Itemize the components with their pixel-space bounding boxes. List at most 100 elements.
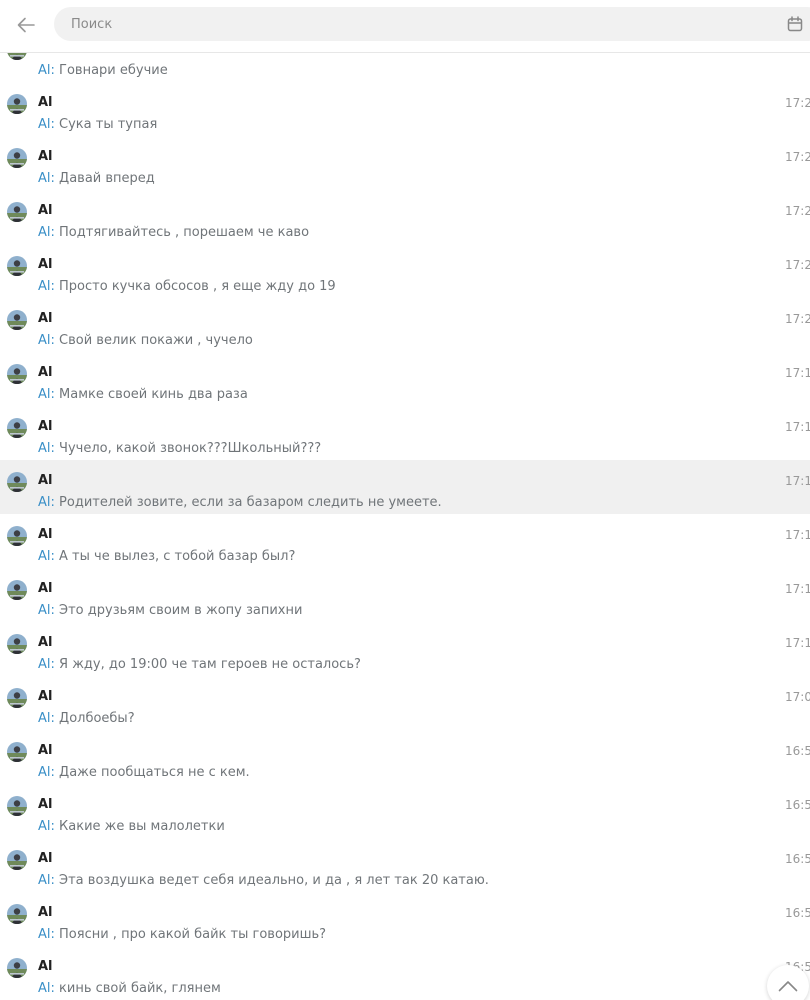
message-preview: Al: Свой велик покажи , чучело [38, 333, 253, 349]
search-result-row[interactable]: Al 16:5 Al: Поясни , про какой байк ты гов… [0, 892, 810, 946]
message-preview: Al: Чучело, какой звонок???Школьный??? [38, 441, 321, 457]
peer-name: Al [38, 635, 53, 650]
message-text: А ты че вылез, с тобой базар был? [59, 549, 296, 564]
sender-prefix: Al: [38, 765, 55, 780]
search-result-row[interactable]: Al 17:1 Al: Это друзьям своим в жопу запих… [0, 568, 810, 622]
avatar [7, 580, 27, 600]
search-result-row[interactable]: Al 17:1 Al: Родителей зовите, если за база… [0, 460, 810, 514]
message-time: 17:0 [785, 690, 810, 704]
message-preview: Al: Мамке своей кинь два раза [38, 387, 248, 403]
avatar-photo-icon [7, 256, 27, 276]
search-result-row[interactable]: Al 17:1 Al: Чучело, какой звонок???Школьны… [0, 406, 810, 460]
search-result-row[interactable]: Al 17:2 Al: Сука ты тупая [0, 82, 810, 136]
message-time: 16:5 [785, 798, 810, 812]
sender-prefix: Al: [38, 603, 55, 618]
message-time: 17:1 [785, 528, 810, 542]
message-time: 16:5 [785, 744, 810, 758]
peer-name: Al [38, 743, 53, 758]
sender-prefix: Al: [38, 441, 55, 456]
search-result-row[interactable]: Al16:5Al: кинь свой байк, глянем [0, 946, 810, 1000]
search-result-row[interactable]: Al 16:5 Al: Эта воздушка ведет себя идеаль… [0, 838, 810, 892]
message-time: 17:1 [785, 582, 810, 596]
message-preview: Al: Давай вперед [38, 171, 155, 187]
message-text: Какие же вы малолетки [59, 819, 225, 834]
avatar-photo-icon [7, 418, 27, 438]
sender-prefix: Al: [38, 225, 55, 240]
message-preview: Al: Долбоебы? [38, 711, 135, 727]
avatar-photo-icon [7, 688, 27, 708]
peer-name: Al [38, 95, 53, 110]
header [0, 0, 810, 53]
peer-name: Al [38, 365, 53, 380]
message-text: Говнари ебучие [59, 63, 168, 78]
message-text: кинь свой байк, глянем [59, 981, 221, 996]
arrow-left-icon [17, 17, 35, 33]
avatar [7, 148, 27, 168]
peer-name: Al [38, 149, 53, 164]
avatar [7, 526, 27, 546]
search-results-list[interactable]: Al 17:2 Al: Говнари ебучие Al 17:2 Al: Сука т… [0, 53, 810, 1000]
avatar [7, 472, 27, 492]
peer-name: Al [38, 311, 53, 326]
sender-prefix: Al: [38, 333, 55, 348]
message-time: 17:2 [785, 53, 810, 56]
message-text: Просто кучка обсосов , я еще жду до 19 [59, 279, 336, 294]
sender-prefix: Al: [38, 171, 55, 186]
search-input[interactable] [71, 7, 761, 41]
message-preview: Al: Поясни , про какой байк ты говоришь? [38, 927, 326, 943]
avatar-photo-icon [7, 364, 27, 384]
avatar-photo-icon [7, 148, 27, 168]
back-button[interactable] [11, 10, 41, 40]
avatar [7, 53, 27, 60]
avatar-photo-icon [7, 94, 27, 114]
avatar [7, 364, 27, 384]
avatar-photo-icon [7, 202, 27, 222]
message-preview: Al: кинь свой байк, глянем [38, 981, 221, 997]
search-result-row[interactable]: Al 16:5 Al: Даже пообщаться не с кем. [0, 730, 810, 784]
avatar-photo-icon [7, 796, 27, 816]
avatar-photo-icon [7, 904, 27, 924]
search-result-row[interactable]: Al 17:2 Al: Говнари ебучие [0, 53, 810, 82]
avatar [7, 310, 27, 330]
message-text: Чучело, какой звонок???Школьный??? [59, 441, 322, 456]
search-result-row[interactable]: Al 17:2 Al: Давай вперед [0, 136, 810, 190]
message-time: 17:1 [785, 420, 810, 434]
avatar-photo-icon [7, 472, 27, 492]
search-result-row[interactable]: Al 17:2 Al: Подтягивайтесь , порешаем че к… [0, 190, 810, 244]
message-preview: Al: Подтягивайтесь , порешаем че каво [38, 225, 309, 241]
search-result-row[interactable]: Al 17:2 Al: Просто кучка обсосов , я еще ж… [0, 244, 810, 298]
search-result-row[interactable]: Al 17:2 Al: Свой велик покажи , чучело [0, 298, 810, 352]
avatar [7, 418, 27, 438]
search-result-row[interactable]: Al 16:5 Al: Какие же вы малолетки [0, 784, 810, 838]
message-time: 17:2 [785, 204, 810, 218]
avatar-photo-icon [7, 526, 27, 546]
peer-name: Al [38, 959, 53, 974]
peer-name: Al [38, 419, 53, 434]
search-result-row[interactable]: Al 17:1 Al: Мамке своей кинь два раза [0, 352, 810, 406]
search-result-row[interactable]: Al 17:0 Al: Долбоебы? [0, 676, 810, 730]
message-text: Сука ты тупая [59, 117, 158, 132]
message-preview: Al: Я жду, до 19:00 че там героев не ост… [38, 657, 361, 673]
message-preview: Al: Эта воздушка ведет себя идеально, и … [38, 873, 489, 889]
search-result-row[interactable]: Al 17:1 Al: А ты че вылез, с тобой базар б… [0, 514, 810, 568]
search-box [54, 7, 810, 41]
message-preview: Al: Это друзьям своим в жопу запихни [38, 603, 302, 619]
search-result-row[interactable]: Al 17:1 Al: Я жду, до 19:00 че там героев … [0, 622, 810, 676]
message-time: 17:2 [785, 96, 810, 110]
message-text: Это друзьям своим в жопу запихни [59, 603, 303, 618]
message-text: Подтягивайтесь , порешаем че каво [59, 225, 310, 240]
avatar [7, 850, 27, 870]
message-preview: Al: Даже пообщаться не с кем. [38, 765, 250, 781]
message-time: 17:1 [785, 366, 810, 380]
sender-prefix: Al: [38, 981, 55, 996]
sender-prefix: Al: [38, 495, 55, 510]
message-preview: Al: А ты че вылез, с тобой базар был? [38, 549, 295, 565]
message-preview: Al: Родителей зовите, если за базаром сл… [38, 495, 442, 511]
scroll-to-top-button[interactable] [767, 965, 809, 1000]
calendar-button[interactable] [787, 16, 805, 32]
peer-name: Al [38, 527, 53, 542]
peer-name: Al [38, 905, 53, 920]
avatar-photo-icon [7, 634, 27, 654]
message-time: 17:1 [785, 636, 810, 650]
message-time: 17:2 [785, 150, 810, 164]
